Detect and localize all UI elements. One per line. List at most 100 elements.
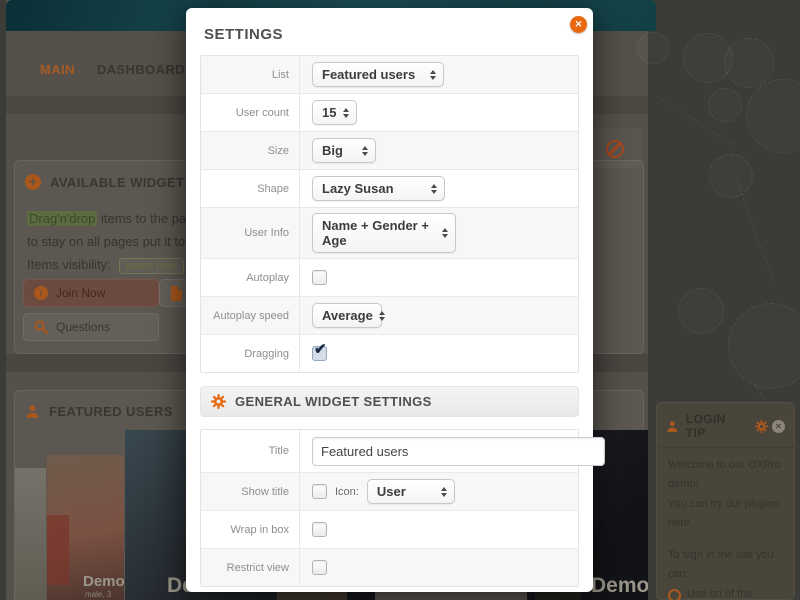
pattern-line <box>736 179 775 283</box>
field-label: User Info <box>201 208 300 258</box>
login-tip-bullet-row: Use on of the following demo users: <box>668 585 783 600</box>
person-icon <box>25 404 40 419</box>
select-stepper-icon <box>441 487 447 497</box>
field-label: Autoplay <box>201 259 300 296</box>
photo-user-name: Demo <box>591 574 648 598</box>
dragndrop-highlight: Drag'n'drop <box>27 211 97 226</box>
close-icon[interactable]: ✕ <box>772 420 785 433</box>
icon-label: Icon: <box>335 486 359 498</box>
no-entry-icon[interactable] <box>606 140 624 158</box>
photo-user-meta: male, 3 <box>85 590 111 599</box>
autoplay-checkbox[interactable] <box>312 270 327 285</box>
featured-users-header: FEATURED USERS <box>25 404 173 419</box>
login-tip-header: LOGIN TIP ✕ <box>657 403 794 448</box>
login-tip-widget: LOGIN TIP ✕ Welcome to our OXPro demo! Y <box>656 402 795 600</box>
field-label: Size <box>201 132 300 169</box>
field-label: Wrap in box <box>201 511 300 548</box>
photo-user-name: Demo <box>83 573 124 590</box>
user-photo[interactable]: Demo male, 3 <box>47 455 124 600</box>
nav-item-main[interactable]: MAIN <box>40 62 75 77</box>
items-visibility-label: Items visibility: <box>27 257 111 272</box>
gear-icon <box>211 394 226 409</box>
dragging-checkbox[interactable] <box>312 346 327 361</box>
pattern-circle <box>678 288 724 334</box>
user-count-select[interactable]: 15 <box>312 100 357 125</box>
settings-row-title: Title <box>201 430 578 473</box>
settings-row-autoplay: Autoplay <box>201 259 578 297</box>
wrap-in-box-checkbox[interactable] <box>312 522 327 537</box>
available-widgets-title: AVAILABLE WIDGETS <box>50 175 194 190</box>
icon-select[interactable]: User <box>367 479 455 504</box>
gear-icon[interactable] <box>755 420 768 433</box>
list-select[interactable]: Featured users <box>312 62 444 87</box>
pattern-circle <box>746 79 800 153</box>
settings-row-dragging: Dragging <box>201 335 578 372</box>
questions-widget-button[interactable]: Questions <box>23 313 159 341</box>
settings-row-user-count: User count 15 <box>201 94 578 132</box>
questions-label: Questions <box>56 320 110 334</box>
person-icon <box>666 420 679 433</box>
settings-row-list: List Featured users <box>201 56 578 94</box>
login-tip-title: LOGIN TIP <box>686 412 748 440</box>
pattern-circle <box>637 32 669 64</box>
close-icon[interactable]: ✕ <box>570 16 587 33</box>
badge-users-only[interactable]: users only <box>119 258 183 274</box>
widget-settings-table: List Featured users User count 15 Size B… <box>200 55 579 373</box>
spacer <box>668 533 783 546</box>
title-input[interactable] <box>312 437 605 466</box>
field-label: Show title <box>201 473 300 510</box>
user-info-select[interactable]: Name + Gender + Age <box>312 213 456 253</box>
document-icon <box>170 286 183 301</box>
featured-users-title: FEATURED USERS <box>49 404 173 419</box>
settings-row-autoplay-speed: Autoplay speed Average <box>201 297 578 335</box>
pattern-circle <box>709 154 753 198</box>
plus-icon: + <box>25 174 41 190</box>
select-stepper-icon <box>343 108 349 118</box>
settings-row-user-info: User Info Name + Gender + Age <box>201 208 578 259</box>
section-title: GENERAL WIDGET SETTINGS <box>235 394 432 409</box>
modal-title: SETTINGS <box>204 26 579 43</box>
login-tip-actions: ✕ <box>755 420 785 433</box>
bullet-line1: Use on of the following <box>687 588 752 600</box>
restrict-view-checkbox[interactable] <box>312 560 327 575</box>
shape-select[interactable]: Lazy Susan <box>312 176 445 201</box>
field-label: Title <box>201 430 300 472</box>
login-tip-line: Welcome to our OXPro demo! <box>668 456 783 495</box>
login-tip-line: You can try our plugins here. <box>668 495 783 534</box>
select-value: User <box>377 484 406 499</box>
select-value: Featured users <box>322 67 415 82</box>
select-stepper-icon <box>430 70 436 80</box>
autoplay-speed-select[interactable]: Average <box>312 303 382 328</box>
field-label: Dragging <box>201 335 300 372</box>
pattern-circle <box>728 303 800 389</box>
settings-row-show-title: Show title Icon: User <box>201 473 578 511</box>
field-label: User count <box>201 94 300 131</box>
select-value: Big <box>322 143 343 158</box>
field-label: Autoplay speed <box>201 297 300 334</box>
user-photo[interactable] <box>15 468 46 600</box>
nav-item-dashboard[interactable]: DASHBOARD <box>97 62 185 77</box>
pattern-circle <box>724 38 774 88</box>
select-value: 15 <box>322 105 336 120</box>
size-select[interactable]: Big <box>312 138 376 163</box>
login-tip-bullet-text: Use on of the following demo users: <box>687 585 783 600</box>
general-widget-settings-bar: GENERAL WIDGET SETTINGS <box>200 386 579 417</box>
settings-row-wrap-in-box: Wrap in box <box>201 511 578 549</box>
join-now-label: Join Now <box>56 286 105 300</box>
settings-row-shape: Shape Lazy Susan <box>201 170 578 208</box>
pattern-circle <box>708 88 742 122</box>
select-stepper-icon <box>442 228 448 238</box>
field-label: List <box>201 56 300 93</box>
settings-row-size: Size Big <box>201 132 578 170</box>
join-now-widget-button[interactable]: i Join Now <box>23 279 159 307</box>
info-icon: i <box>34 286 48 300</box>
select-value: Average <box>322 308 373 323</box>
field-label: Restrict view <box>201 549 300 586</box>
show-title-checkbox[interactable] <box>312 484 327 499</box>
search-icon <box>34 320 48 334</box>
settings-modal: ✕ SETTINGS List Featured users User coun… <box>186 8 593 592</box>
select-stepper-icon <box>431 184 437 194</box>
photo-background-detail <box>47 515 69 585</box>
select-stepper-icon <box>379 311 385 321</box>
bullet-icon <box>668 589 681 600</box>
